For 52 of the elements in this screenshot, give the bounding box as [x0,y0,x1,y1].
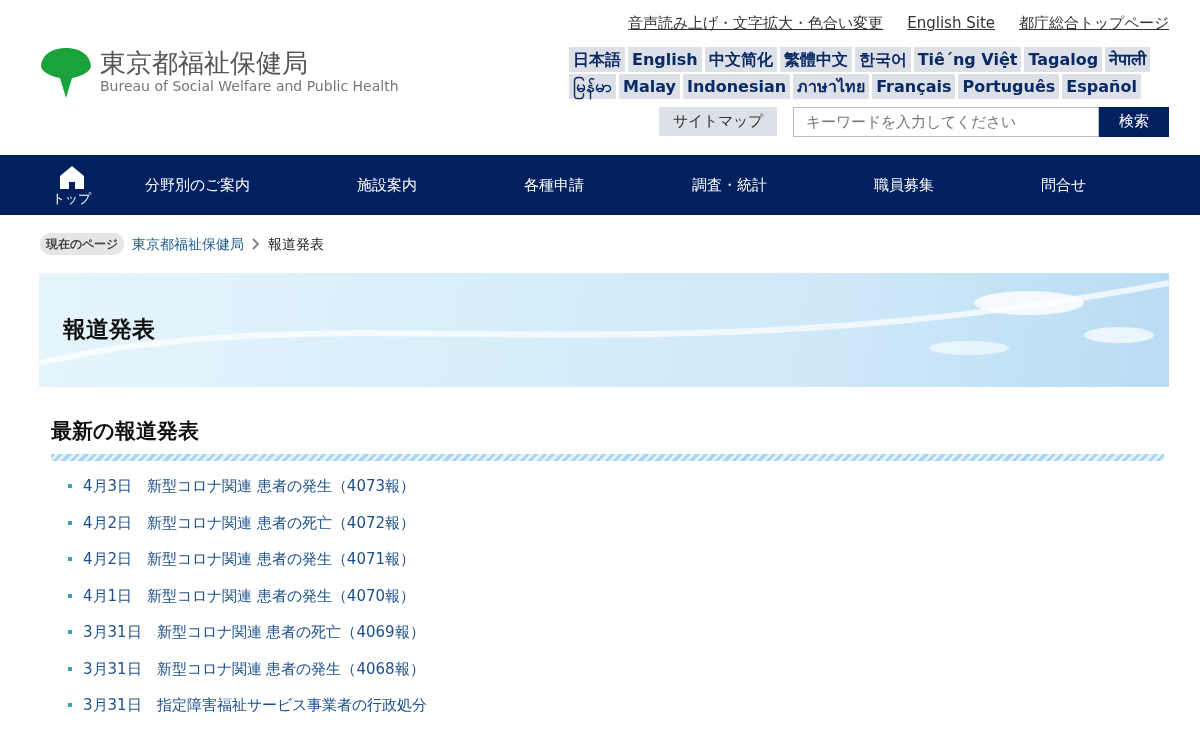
language-link[interactable]: Português [958,73,1060,99]
section-heading: 最新の報道発表 [51,419,200,445]
language-link[interactable]: Indonesian [682,73,791,99]
utility-link[interactable]: 都庁総合トップページ [1019,12,1169,35]
breadcrumb-current: 報道発表 [268,234,324,254]
bullet-icon [68,703,72,708]
news-link[interactable]: 4月1日 新型コロナ関連 患者の発生（4070報） [83,584,416,608]
chevron-icon [252,238,260,250]
bullet-icon [68,666,72,671]
language-link[interactable]: Français [872,73,956,99]
language-link[interactable]: 日本語 [569,46,625,72]
language-link[interactable]: 中文简化 [704,46,777,72]
nav-link[interactable]: 各種申請 [524,173,585,197]
nav-link[interactable]: 調査・統計 [691,173,767,197]
nav-link[interactable]: 職員募集 [873,173,934,197]
news-link[interactable]: 3月31日 新型コロナ関連 患者の発生（4068報） [83,657,425,681]
news-link[interactable]: 4月2日 新型コロナ関連 患者の死亡（4072報） [83,511,416,535]
language-link[interactable]: Malay [619,73,680,99]
sitemap-button[interactable]: サイトマップ [659,107,777,136]
language-link[interactable]: English [628,46,702,72]
language-link[interactable]: 繁體中文 [779,46,852,72]
search-button[interactable]: 検索 [1099,106,1169,137]
logo-title: 東京都福祉保健局 [100,49,309,78]
search-field[interactable]: キーワードを入力してください [793,106,1099,137]
language-link[interactable]: 한국어 [854,46,911,72]
language-link[interactable]: Español [1062,73,1141,99]
bullet-icon [68,520,72,525]
breadcrumb-link[interactable]: 東京都福祉保健局 [132,233,244,255]
news-link[interactable]: 3月31日 新型コロナ関連 患者の死亡（4069報） [83,621,425,644]
language-link[interactable]: नेपाली [1105,46,1151,72]
home-icon [58,165,85,189]
language-link[interactable]: ภาษาไทย [793,73,870,99]
news-link[interactable]: 4月2日 新型コロナ関連 患者の発生（4071報） [83,548,416,571]
utility-link[interactable]: English Site [907,12,995,35]
nav-link[interactable]: 施設案内 [357,173,417,197]
bullet-icon [68,484,72,489]
language-link[interactable]: Tagalog [1024,46,1103,72]
bullet-icon [68,557,72,562]
page-title: 報道発表 [63,316,155,344]
news-link[interactable]: 3月31日 指定障害福祉サービス事業者の行政処分 [83,694,427,717]
breadcrumb-label: 現在のページ [40,233,124,255]
logo-subtitle: Bureau of Social Welfare and Public Health [100,77,399,95]
language-link[interactable]: မြန်မာ [569,73,616,99]
ginkgo-leaf-icon [40,46,92,98]
nav-link[interactable]: 分野別のご案内 [144,173,250,197]
home-link[interactable]: トップ [52,165,91,205]
bullet-icon [68,630,72,635]
news-link[interactable]: 4月3日 新型コロナ関連 患者の発生（4073報） [83,475,416,498]
utility-link[interactable]: 音声読み上げ・文字拡大・色合い変更 [628,12,884,35]
nav-link[interactable]: 問合せ [1041,173,1087,197]
bullet-icon [68,593,72,598]
language-link[interactable]: Tiê´ng Việt [913,46,1022,72]
